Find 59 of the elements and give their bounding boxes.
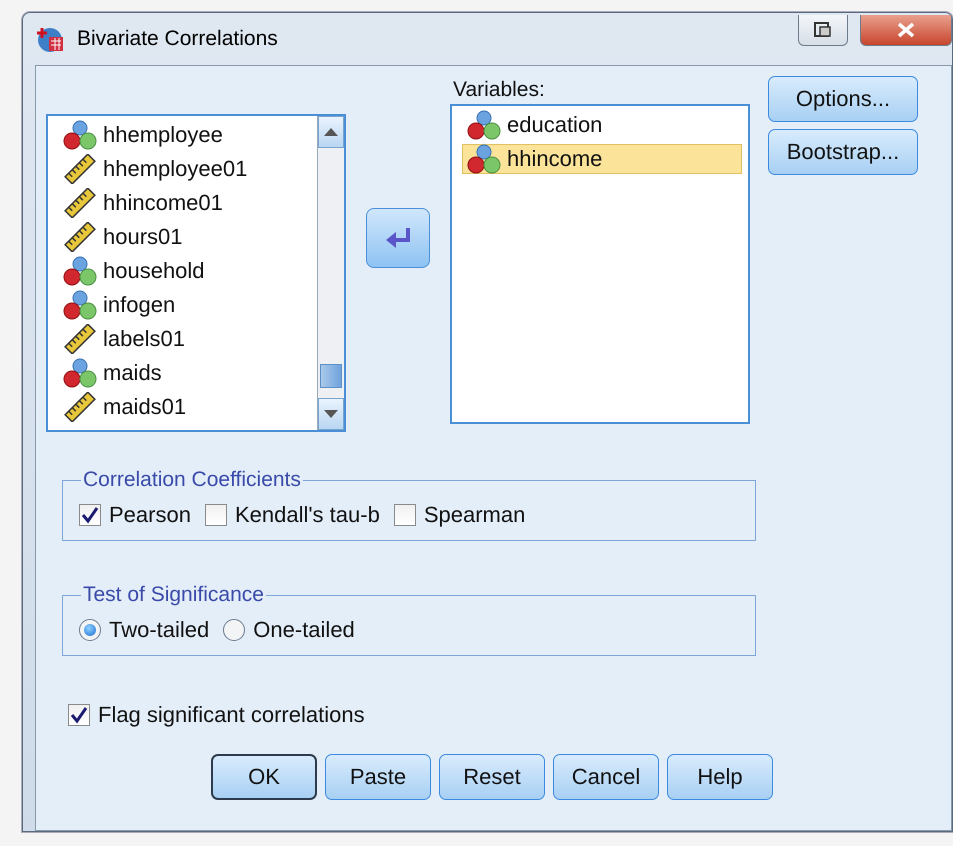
checkbox-option[interactable]: Pearson — [79, 502, 191, 528]
group-title: Test of Significance — [82, 583, 265, 607]
option-label: Pearson — [109, 502, 191, 528]
dialog-button[interactable]: OK — [211, 754, 317, 800]
move-button[interactable] — [366, 208, 430, 268]
dialog-button[interactable]: Reset — [439, 754, 545, 800]
checkbox[interactable] — [79, 504, 101, 526]
variables-list[interactable]: education hhincome — [450, 104, 750, 424]
up-arrow-icon — [324, 128, 338, 136]
variable-item[interactable]: maids01 — [58, 392, 311, 422]
flag-option[interactable]: Flag significant correlations — [68, 702, 951, 728]
radio-option[interactable]: Two-tailed — [79, 617, 210, 643]
dialog-button[interactable]: Cancel — [553, 754, 659, 800]
nominal-variable-icon — [467, 144, 501, 174]
variable-item[interactable]: hhincome01 — [58, 188, 311, 218]
side-button[interactable]: Bootstrap... — [768, 129, 918, 175]
checkbox-option[interactable]: Kendall's tau-b — [204, 502, 380, 528]
variable-item[interactable]: infogen — [58, 290, 311, 320]
variable-item[interactable]: labels01 — [58, 324, 311, 354]
nominal-variable-icon — [467, 110, 501, 140]
option-label: One-tailed — [253, 617, 355, 643]
variables-label: Variables: — [452, 78, 546, 102]
side-button[interactable]: Options... — [768, 76, 918, 122]
restore-icon — [813, 20, 833, 38]
variable-item[interactable]: hhemployee — [58, 120, 311, 150]
restore-button[interactable] — [798, 14, 848, 46]
source-variable-list[interactable]: hhemployee hhemployee01 hhincome01 hours01 household infogen labels01 maids maids01 — [46, 114, 346, 432]
checkbox[interactable] — [68, 704, 90, 726]
variable-item[interactable]: education — [462, 110, 742, 140]
variable-item[interactable]: maids — [58, 358, 311, 388]
nominal-variable-icon — [63, 290, 97, 320]
window-title: Bivariate Correlations — [77, 27, 279, 51]
dialog-button[interactable]: Paste — [325, 754, 431, 800]
checkbox[interactable] — [204, 504, 227, 526]
nominal-variable-icon — [63, 358, 97, 388]
dialog-button[interactable]: Help — [667, 754, 773, 800]
checkbox[interactable] — [394, 504, 416, 526]
option-label: Kendall's tau-b — [234, 502, 380, 528]
variable-item[interactable]: household — [58, 256, 311, 286]
close-button[interactable] — [860, 14, 952, 46]
scrollbar-thumb[interactable] — [320, 364, 342, 388]
radio-button[interactable] — [79, 619, 101, 641]
checkbox-option[interactable]: Spearman — [394, 502, 526, 528]
variable-item[interactable]: hhincome — [462, 144, 742, 174]
app-icon — [37, 25, 65, 53]
option-label: Flag significant correlations — [98, 702, 365, 728]
scrollbar[interactable] — [317, 116, 344, 430]
option-label: Two-tailed — [109, 617, 210, 643]
nominal-variable-icon — [63, 256, 97, 286]
group-title: Correlation Coefficients — [82, 468, 302, 492]
radio-button[interactable] — [223, 619, 246, 641]
option-label: Spearman — [424, 502, 526, 528]
down-arrow-icon — [324, 410, 338, 418]
close-icon — [896, 22, 916, 38]
variable-item[interactable]: hhemployee01 — [58, 154, 311, 184]
nominal-variable-icon — [63, 120, 97, 150]
return-arrow-icon — [384, 226, 412, 250]
radio-option[interactable]: One-tailed — [223, 617, 355, 643]
variable-item[interactable]: hours01 — [58, 222, 311, 252]
